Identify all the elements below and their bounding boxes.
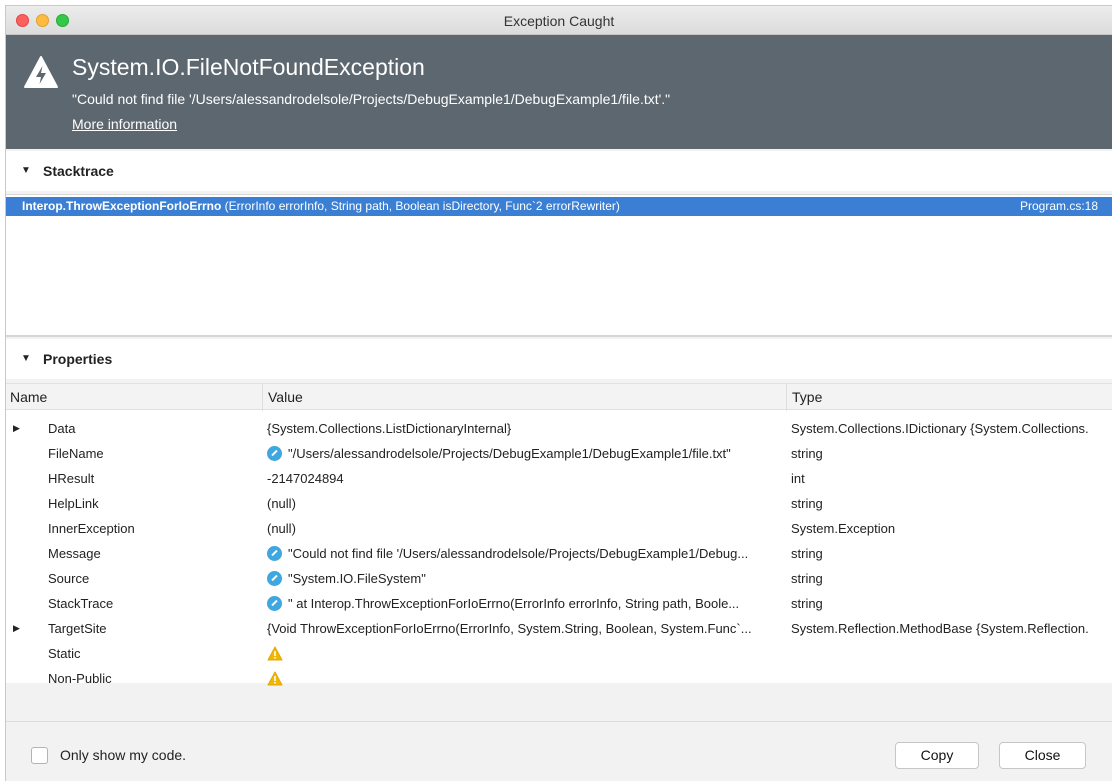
warning-icon [267, 671, 283, 686]
table-row[interactable]: Non-Public [6, 666, 1112, 691]
lightning-warning-icon [24, 56, 58, 88]
property-name: TargetSite [48, 621, 107, 636]
visualizer-icon[interactable] [267, 571, 282, 586]
stack-frame-method: Interop.ThrowExceptionForIoErrno (ErrorI… [22, 197, 620, 216]
property-value: " at Interop.ThrowExceptionForIoErrno(Er… [267, 591, 787, 616]
collapse-triangle-icon[interactable]: ▼ [21, 353, 31, 364]
property-value: {System.Collections.ListDictionaryIntern… [267, 421, 512, 436]
table-row[interactable]: Message "Could not find file '/Users/ale… [6, 541, 1112, 566]
exception-dialog: Exception Caught System.IO.FileNotFoundE… [5, 5, 1112, 781]
visualizer-icon[interactable] [267, 546, 282, 561]
property-type: System.Exception [791, 521, 896, 536]
exception-message: "Could not find file '/Users/alessandrod… [72, 91, 671, 107]
table-row[interactable]: ▶ Data {System.Collections.ListDictionar… [6, 416, 1112, 441]
property-type: int [791, 471, 805, 486]
stack-frame-row[interactable]: Interop.ThrowExceptionForIoErrno (ErrorI… [6, 197, 1112, 216]
stacktrace-list[interactable]: Interop.ThrowExceptionForIoErrno (ErrorI… [6, 194, 1112, 336]
property-value: (null) [267, 521, 296, 536]
property-type: string [791, 446, 823, 461]
properties-table: Name Value Type ▶ Data {System.Collectio… [6, 383, 1112, 686]
property-value: "/Users/alessandrodelsole/Projects/Debug… [267, 441, 787, 466]
property-name: Message [48, 546, 101, 561]
property-name: Static [48, 646, 81, 661]
expand-triangle-icon[interactable]: ▶ [13, 416, 20, 441]
stacktrace-section-header[interactable]: ▼ Stacktrace [6, 151, 1112, 191]
property-value: (null) [267, 496, 296, 511]
stack-frame-args: (ErrorInfo errorInfo, String path, Boole… [221, 199, 620, 213]
property-type: string [791, 546, 823, 561]
warning-icon [267, 646, 283, 661]
table-row[interactable]: HResult -2147024894 int [6, 466, 1112, 491]
table-row[interactable]: StackTrace " at Interop.ThrowExceptionFo… [6, 591, 1112, 616]
property-name: InnerException [48, 521, 135, 536]
exception-type: System.IO.FileNotFoundException [72, 54, 425, 80]
table-row[interactable]: FileName "/Users/alessandrodelsole/Proje… [6, 441, 1112, 466]
property-value: "System.IO.FileSystem" [267, 566, 787, 591]
property-name: StackTrace [48, 596, 114, 611]
exception-header: System.IO.FileNotFoundException "Could n… [6, 35, 1112, 149]
property-value: {Void ThrowExceptionForIoErrno(ErrorInfo… [267, 621, 752, 636]
column-header-value[interactable]: Value [268, 389, 303, 405]
property-type: System.Collections.IDictionary {System.C… [791, 421, 1089, 436]
window-title: Exception Caught [503, 13, 615, 29]
property-name: HelpLink [48, 496, 99, 511]
stack-frame-method-name: Interop.ThrowExceptionForIoErrno [22, 199, 222, 213]
only-show-my-code-label[interactable]: Only show my code. [60, 747, 186, 763]
property-type: string [791, 571, 823, 586]
table-row[interactable]: InnerException (null) System.Exception [6, 516, 1112, 541]
properties-section-header[interactable]: ▼ Properties [6, 339, 1112, 379]
title-bar: Exception Caught [6, 6, 1112, 35]
column-header-name[interactable]: Name [10, 389, 47, 405]
column-separator[interactable] [262, 384, 263, 411]
table-row[interactable]: Static [6, 641, 1112, 666]
property-value [267, 641, 787, 666]
table-row[interactable]: HelpLink (null) string [6, 491, 1112, 516]
property-name: Data [48, 421, 76, 436]
property-value: "Could not find file '/Users/alessandrod… [267, 541, 787, 566]
property-name: Non-Public [48, 671, 112, 686]
table-header-row: Name Value Type [6, 383, 1112, 411]
stack-frame-file: Program.cs:18 [1019, 199, 1098, 213]
stacktrace-label: Stacktrace [43, 163, 114, 179]
close-button[interactable]: Close [999, 742, 1086, 769]
table-row[interactable]: ▶ TargetSite {Void ThrowExceptionForIoEr… [6, 616, 1112, 641]
column-header-type[interactable]: Type [792, 389, 822, 405]
expand-triangle-icon[interactable]: ▶ [13, 616, 20, 641]
property-value [267, 666, 787, 691]
property-type: System.Reflection.MethodBase {System.Ref… [791, 621, 1089, 636]
copy-button[interactable]: Copy [895, 742, 979, 769]
column-separator[interactable] [786, 384, 787, 411]
properties-label: Properties [43, 351, 113, 367]
property-name: Source [48, 571, 90, 586]
table-row[interactable]: Source "System.IO.FileSystem" string [6, 566, 1112, 591]
dialog-footer: Only show my code. Copy Close [6, 721, 1112, 781]
splitter[interactable] [6, 335, 1112, 337]
more-information-link[interactable]: More information [72, 116, 177, 132]
property-type: string [791, 596, 823, 611]
property-name: HResult [48, 471, 95, 486]
only-show-my-code-checkbox[interactable] [31, 747, 48, 764]
visualizer-icon[interactable] [267, 596, 282, 611]
property-value: -2147024894 [267, 471, 344, 486]
collapse-triangle-icon[interactable]: ▼ [21, 165, 31, 176]
visualizer-icon[interactable] [267, 446, 282, 461]
property-type: string [791, 496, 823, 511]
property-name: FileName [48, 446, 104, 461]
